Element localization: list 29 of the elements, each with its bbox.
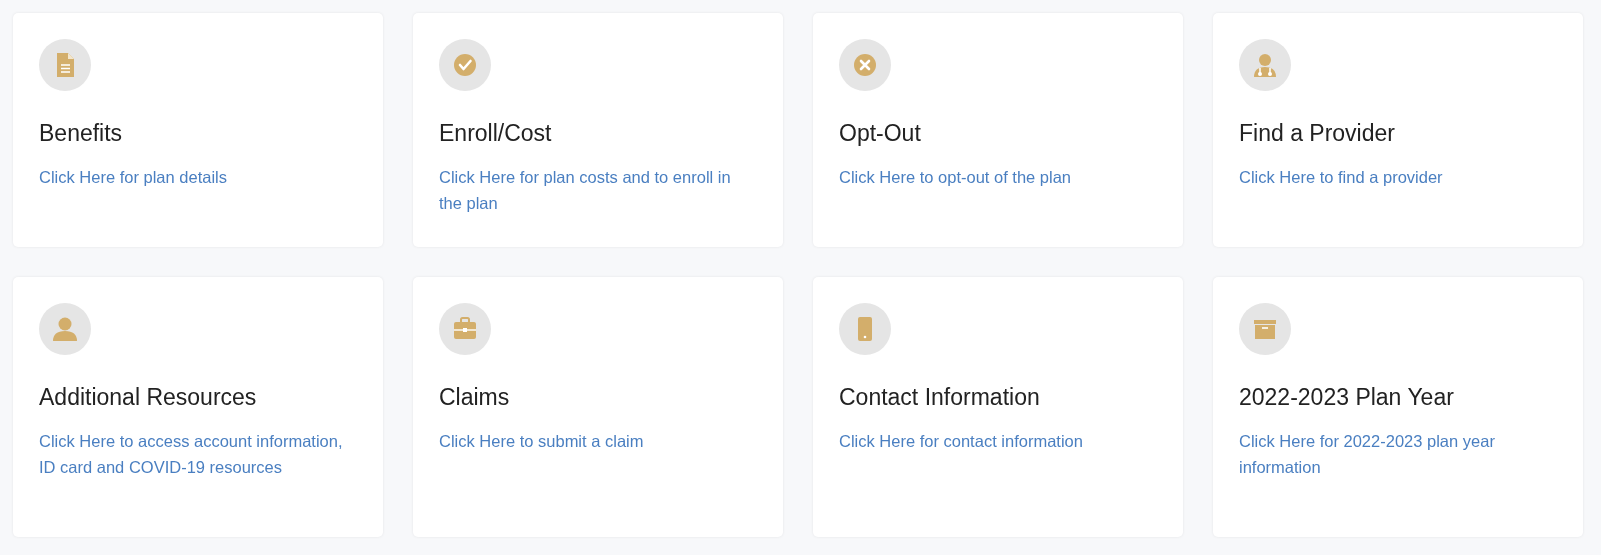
card-title: Contact Information	[839, 384, 1041, 410]
card[interactable]: Additional Resources Click Here to access account information, ID card and COVID-19 resources	[13, 277, 383, 537]
card-title: Opt-Out	[839, 120, 922, 146]
card[interactable]: Benefits Click Here for plan details	[13, 13, 383, 247]
checkmark-icon	[452, 52, 478, 78]
card-title: 2022-2023 Plan Year	[1239, 384, 1455, 410]
person-icon	[52, 316, 78, 342]
card-link[interactable]: Click Here for plan details	[39, 164, 357, 190]
card[interactable]: Enroll/Cost Click Here for plan costs and to enroll in the plan	[413, 13, 783, 247]
card-title: Additional Resources	[39, 384, 258, 410]
card[interactable]: Contact Information Click Here for contact information	[813, 277, 1183, 537]
card[interactable]: Opt-Out Click Here to opt-out of the plan	[813, 13, 1183, 247]
card-title: Claims	[439, 384, 511, 410]
card-link[interactable]: Click Here for plan costs and to enroll in the plan	[439, 164, 757, 216]
card-link[interactable]: Click Here to find a provider	[1239, 164, 1557, 190]
close-icon	[852, 52, 878, 78]
doctor-icon	[1252, 52, 1278, 78]
card-link[interactable]: Click Here for contact information	[839, 428, 1157, 454]
card-link[interactable]: Click Here to opt-out of the plan	[839, 164, 1157, 190]
card-link[interactable]: Click Here to submit a claim	[439, 428, 757, 454]
card-title: Benefits	[39, 120, 124, 146]
card[interactable]: Claims Click Here to submit a claim	[413, 277, 783, 537]
briefcase-icon	[452, 316, 478, 342]
card[interactable]: 2022-2023 Plan Year Click Here for 2022-2023 plan year information	[1213, 277, 1583, 537]
card-title: Enroll/Cost	[439, 120, 553, 146]
card-link[interactable]: Click Here to access account information, ID card and COVID-19 resources	[39, 428, 357, 480]
card[interactable]: Find a Provider Click Here to find a provider	[1213, 13, 1583, 247]
card-link[interactable]: Click Here for 2022-2023 plan year information	[1239, 428, 1557, 480]
card-title: Find a Provider	[1239, 120, 1396, 146]
